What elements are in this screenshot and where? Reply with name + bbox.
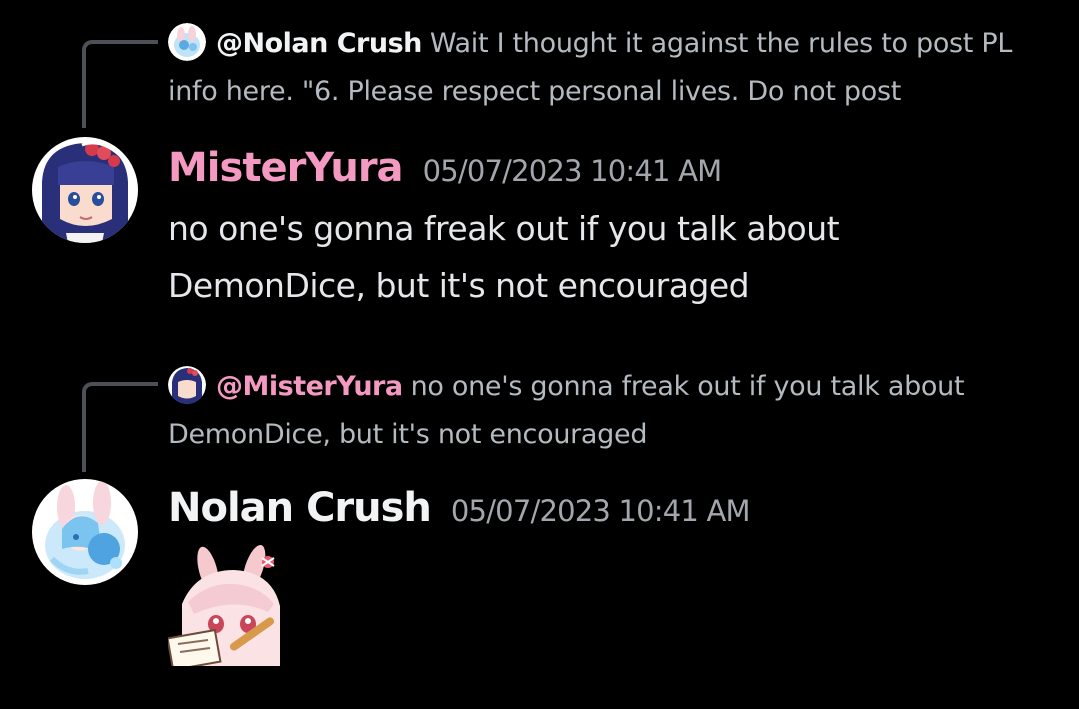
avatar-nolan-crush[interactable] <box>32 479 138 585</box>
reply-avatar-misteryura[interactable] <box>168 366 206 404</box>
anime-sticker-icon[interactable] <box>166 544 294 672</box>
author-name[interactable]: MisterYura <box>168 145 404 191</box>
reply-connector <box>82 40 158 128</box>
timestamp[interactable]: 05/07/2023 10:41 AM <box>423 154 723 188</box>
timestamp[interactable]: 05/07/2023 10:41 AM <box>451 494 751 528</box>
message-text-line: no one's gonna freak out if you talk abo… <box>168 209 840 248</box>
message-header: MisterYura 05/07/2023 10:41 AM <box>168 145 723 191</box>
reply-connector <box>82 382 158 472</box>
reply-author-mention[interactable]: @MisterYura <box>216 371 403 402</box>
reply-avatar-nolan-crush[interactable] <box>168 23 206 61</box>
reply-preview[interactable]: @MisterYura no one's gonna freak out if y… <box>168 363 1048 459</box>
reply-preview[interactable]: @Nolan Crush Wait I thought it against th… <box>168 20 1048 116</box>
message-text-line: DemonDice, but it's not encouraged <box>168 266 750 305</box>
avatar-misteryura[interactable] <box>32 137 138 243</box>
message-content: no one's gonna freak out if you talk abo… <box>168 200 1048 314</box>
message-header: Nolan Crush 05/07/2023 10:41 AM <box>168 485 751 531</box>
author-name[interactable]: Nolan Crush <box>168 485 432 531</box>
reply-author-mention[interactable]: @Nolan Crush <box>216 28 422 59</box>
message-nolan-crush: @MisterYura no one's gonna freak out if y… <box>0 340 1079 709</box>
message-misteryura: @Nolan Crush Wait I thought it against th… <box>0 0 1079 340</box>
